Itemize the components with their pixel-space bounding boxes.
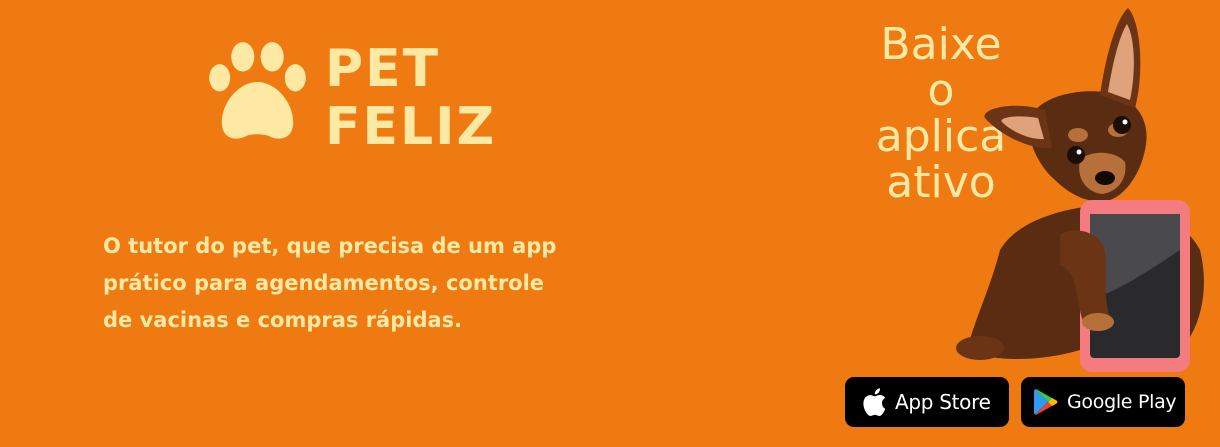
app-store-button[interactable]: App Store: [845, 377, 1009, 427]
google-play-label: Google Play: [1067, 391, 1177, 413]
brand-name-line1: PET: [325, 39, 441, 99]
google-play-icon: [1034, 389, 1058, 415]
app-download-banner: PET FELIZ O tutor do pet, que precisa de…: [0, 0, 1220, 447]
apple-icon: [863, 388, 886, 416]
tagline: O tutor do pet, que precisa de um app pr…: [103, 228, 703, 339]
app-store-label: App Store: [895, 390, 991, 414]
google-play-button[interactable]: Google Play: [1021, 377, 1185, 427]
tagline-line: prático para agendamentos, controle: [103, 271, 545, 295]
brand-name: PET FELIZ: [325, 40, 496, 156]
paw-icon: [209, 42, 306, 139]
dog-with-phone-illustration: [956, 8, 1204, 372]
brand-name-line2: FELIZ: [325, 97, 497, 157]
tagline-line: O tutor do pet, que precisa de um app: [103, 234, 557, 258]
brand-logo: PET FELIZ: [205, 40, 525, 170]
tagline-line: de vacinas e compras rápidas.: [103, 308, 463, 332]
